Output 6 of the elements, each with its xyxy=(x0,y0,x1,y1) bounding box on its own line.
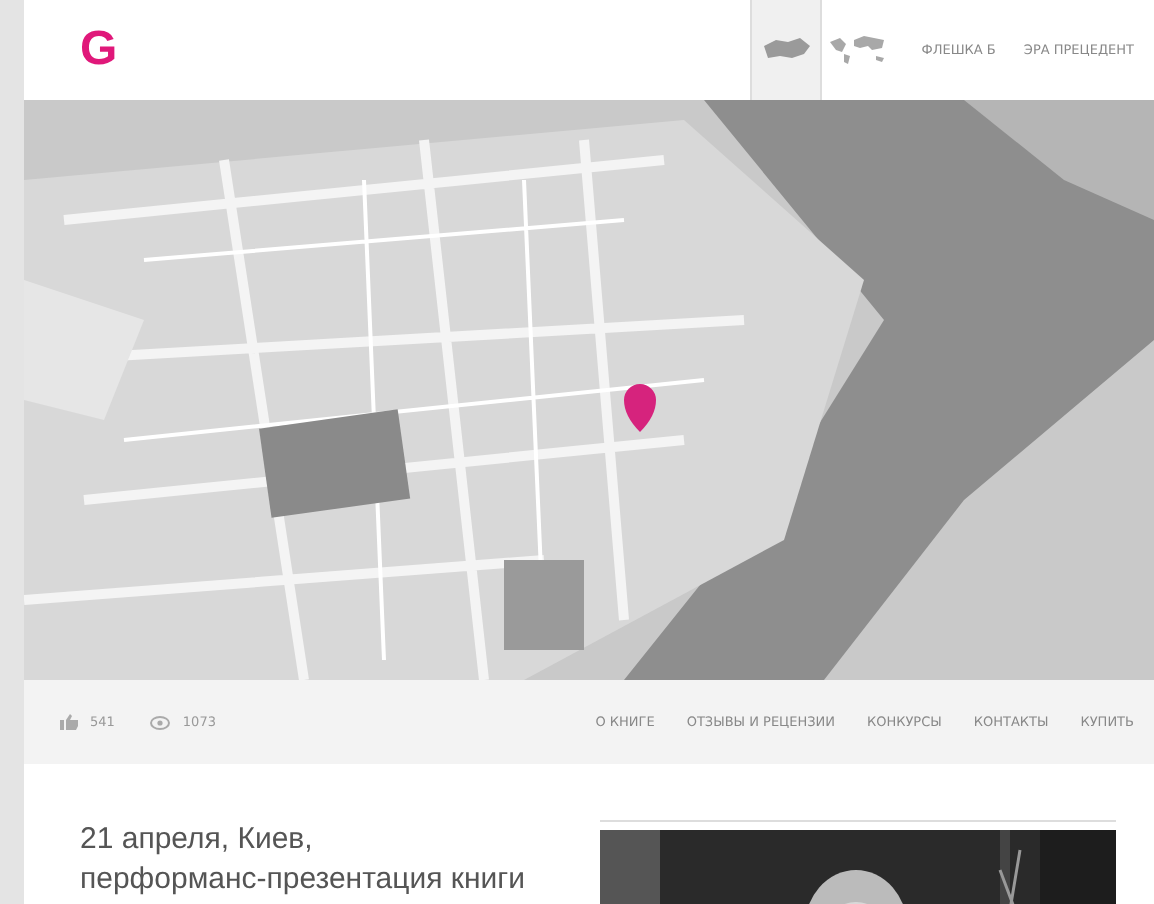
eye-icon xyxy=(150,715,171,729)
article-text: 21 апреля, Киев, xyxy=(80,820,315,860)
logo[interactable]: G xyxy=(80,22,118,78)
article-text: перформанс-презентация книги xyxy=(80,860,527,900)
country-map-icon[interactable] xyxy=(749,0,822,100)
like-icon xyxy=(60,714,78,730)
